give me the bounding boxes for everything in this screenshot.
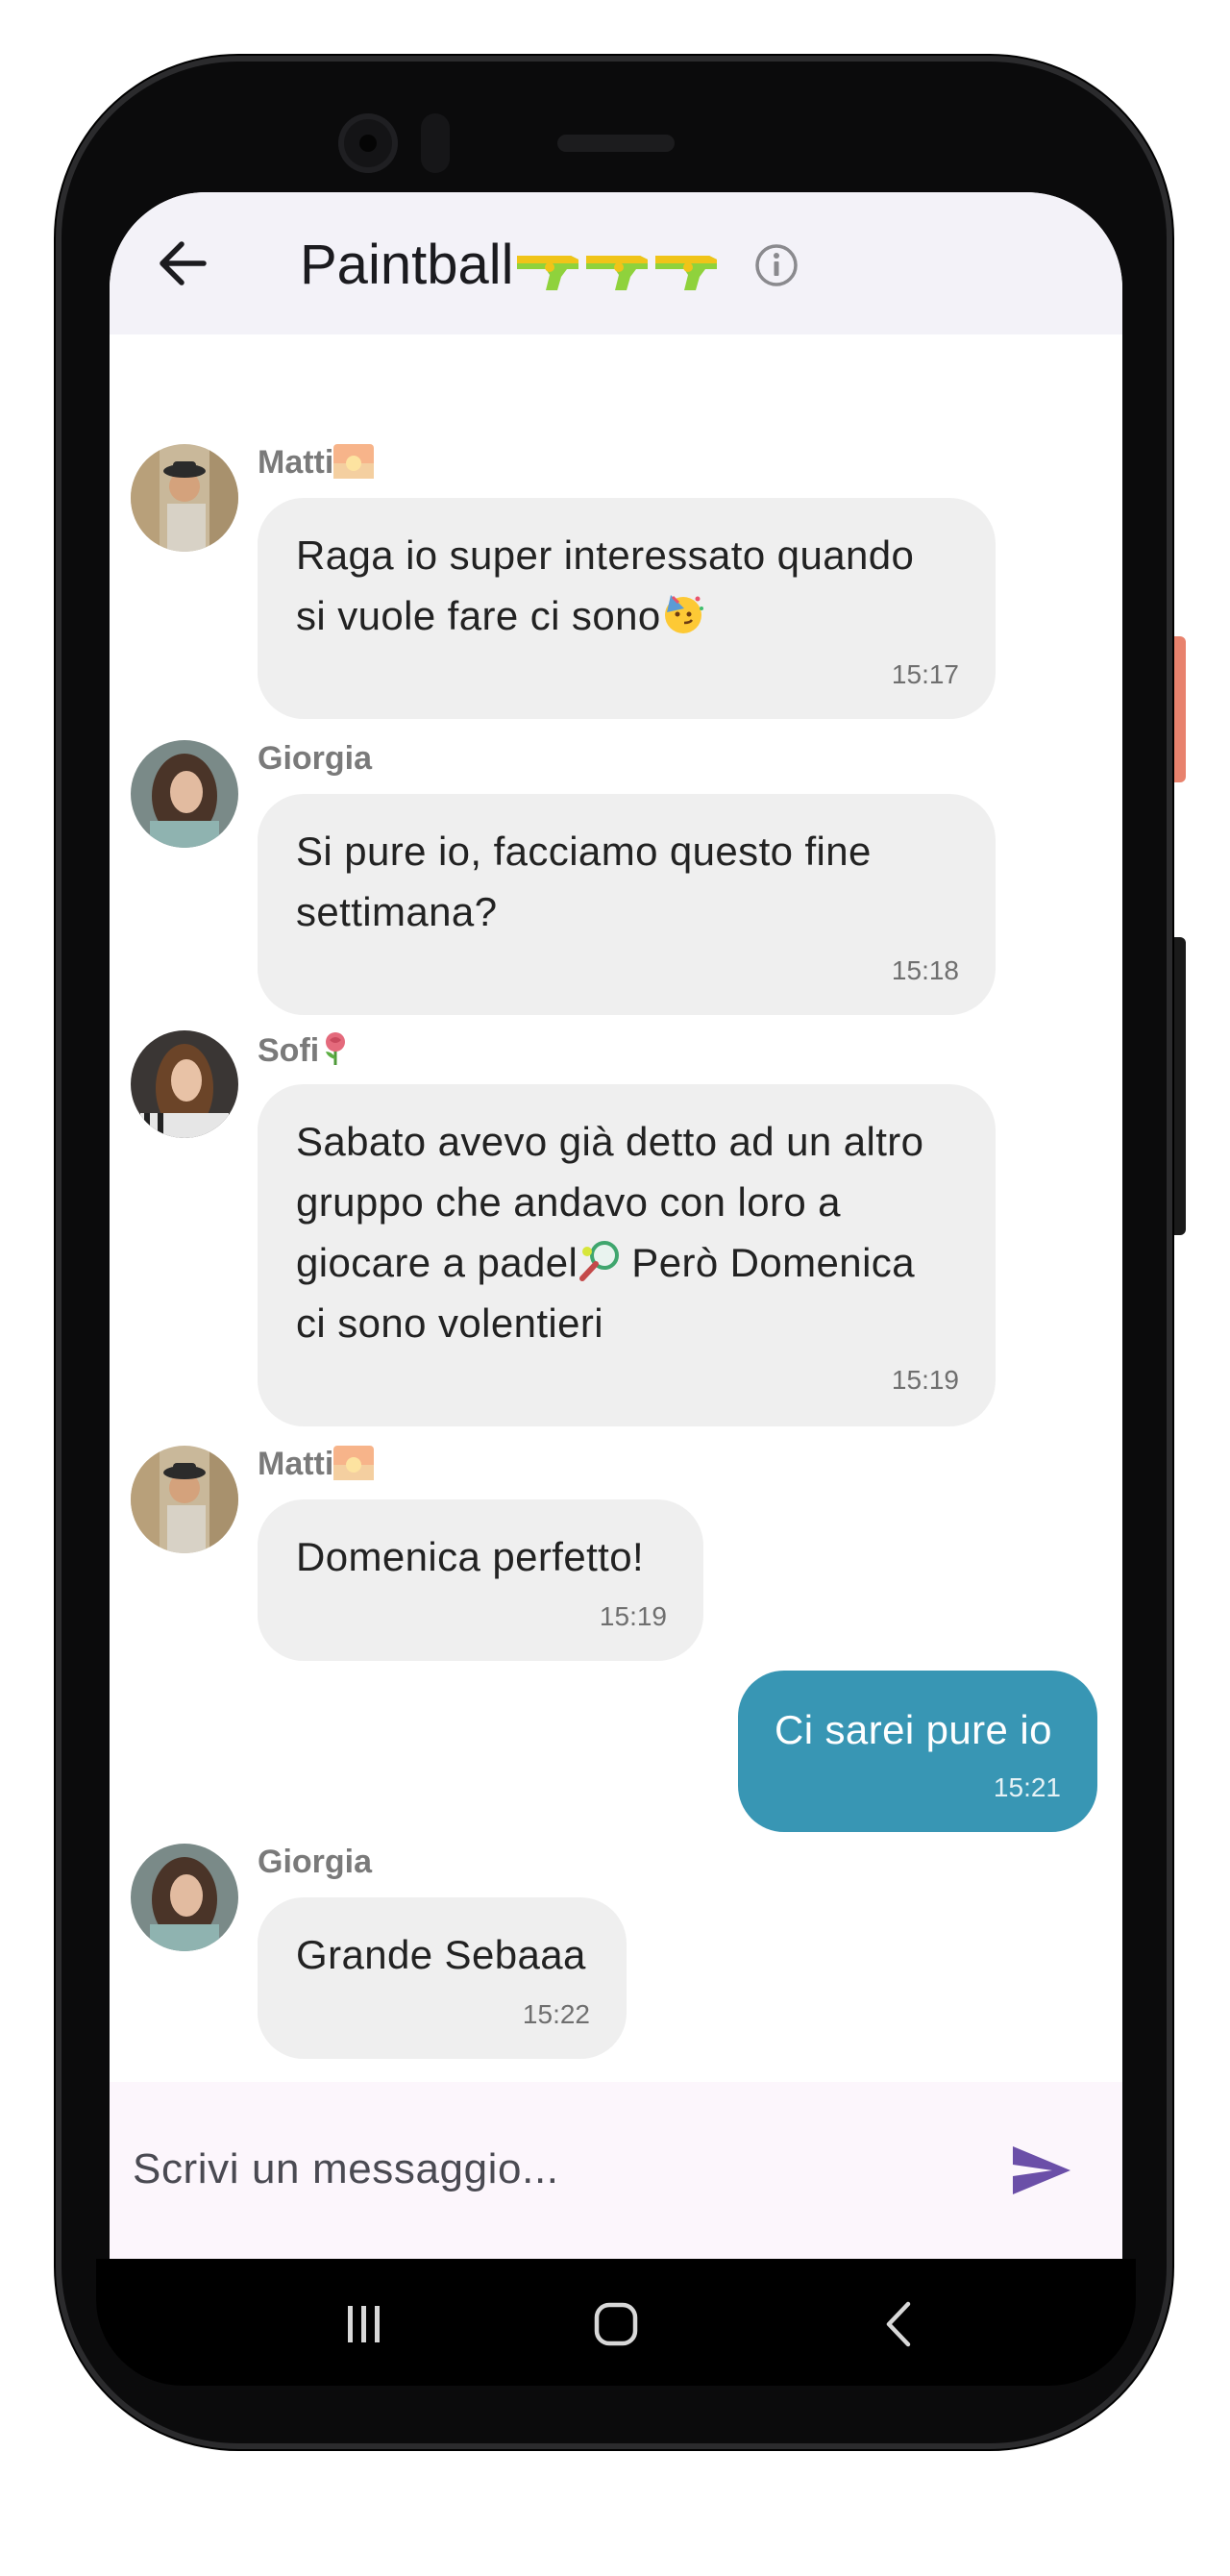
info-button[interactable] xyxy=(748,236,805,294)
front-camera xyxy=(338,113,398,173)
message-text: Si pure io, facciamo questo fine settima… xyxy=(296,829,872,934)
message-time: 15:21 xyxy=(993,1772,1061,1802)
screen: Paintball Matti Raga io super interessat… xyxy=(110,192,1122,2259)
avatar xyxy=(131,444,238,552)
system-nav-bar xyxy=(96,2259,1136,2386)
sender-name: Giorgia xyxy=(258,740,372,778)
partying-face-emoji-icon xyxy=(664,595,703,633)
tennis-racket-emoji-icon xyxy=(579,1241,620,1281)
message-time: 15:18 xyxy=(891,955,959,985)
send-button[interactable] xyxy=(1001,2130,1082,2211)
sender-name-text: Sofi xyxy=(258,1032,320,1069)
message-time: 15:19 xyxy=(599,1601,667,1631)
sender-name-text: Matti xyxy=(258,444,334,481)
message-bubble[interactable]: Grande Sebaaa 15:22 xyxy=(258,1897,627,2059)
sender-name: Giorgia xyxy=(258,1844,372,1881)
water-pistol-emoji-group xyxy=(513,234,721,296)
sender-name-text: Giorgia xyxy=(258,1844,373,1880)
earpiece-speaker xyxy=(557,135,675,152)
message-text-content: Raga io super interessato quando si vuol… xyxy=(296,533,915,638)
proximity-sensor xyxy=(421,113,450,173)
water-pistol-icon xyxy=(517,255,579,290)
sender-name: Matti xyxy=(258,1446,375,1483)
sender-name: Matti xyxy=(258,444,375,482)
sunrise-emoji-icon xyxy=(333,1446,375,1480)
message-bubble[interactable]: Si pure io, facciamo questo fine settima… xyxy=(258,794,996,1015)
message-input[interactable] xyxy=(131,2130,999,2209)
message-text: Domenica perfetto! xyxy=(296,1534,645,1579)
home-icon xyxy=(594,2302,638,2346)
message-input-bar xyxy=(110,2082,1122,2259)
rose-emoji-icon xyxy=(326,1032,346,1065)
chat-title: Paintball xyxy=(300,227,721,304)
avatar xyxy=(131,740,238,848)
avatar xyxy=(131,1030,238,1138)
message-time: 15:19 xyxy=(891,1365,959,1395)
sender-name-text: Matti xyxy=(258,1446,334,1482)
message-bubble[interactable]: Domenica perfetto! 15:19 xyxy=(258,1499,703,1661)
chat-title-text: Paintball xyxy=(300,234,514,296)
message-time: 15:22 xyxy=(522,1999,590,2029)
message-text: Raga io super interessato quando si vuol… xyxy=(296,525,914,646)
arrow-left-icon xyxy=(160,241,207,285)
back-button[interactable] xyxy=(144,225,221,302)
nav-back-button[interactable] xyxy=(855,2286,942,2363)
recents-icon xyxy=(348,2306,380,2342)
sender-name: Sofi xyxy=(258,1030,352,1070)
message-text: Sabato avevo già detto ad un altro grupp… xyxy=(296,1111,923,1353)
message-text: Grande Sebaaa xyxy=(296,1932,586,1977)
message-bubble[interactable]: Ci sarei pure io 15:21 xyxy=(738,1671,1097,1832)
power-button xyxy=(1174,636,1186,782)
message-text: Ci sarei pure io xyxy=(775,1707,1052,1752)
chevron-left-icon xyxy=(886,2301,911,2347)
nav-recents-button[interactable] xyxy=(321,2286,407,2363)
water-pistol-icon xyxy=(586,255,649,290)
app-bar: Paintball xyxy=(110,192,1122,334)
info-circle-icon xyxy=(755,244,798,286)
message-bubble[interactable]: Raga io super interessato quando si vuol… xyxy=(258,498,996,719)
message-time: 15:17 xyxy=(891,659,959,689)
water-pistol-icon xyxy=(655,255,718,290)
volume-button xyxy=(1174,937,1186,1235)
sender-name-text: Giorgia xyxy=(258,740,373,777)
message-bubble[interactable]: Sabato avevo già detto ad un altro grupp… xyxy=(258,1084,996,1426)
nav-home-button[interactable] xyxy=(573,2286,659,2363)
sunrise-emoji-icon xyxy=(333,444,375,479)
send-icon xyxy=(1013,2146,1070,2194)
avatar xyxy=(131,1844,238,1951)
avatar xyxy=(131,1446,238,1553)
